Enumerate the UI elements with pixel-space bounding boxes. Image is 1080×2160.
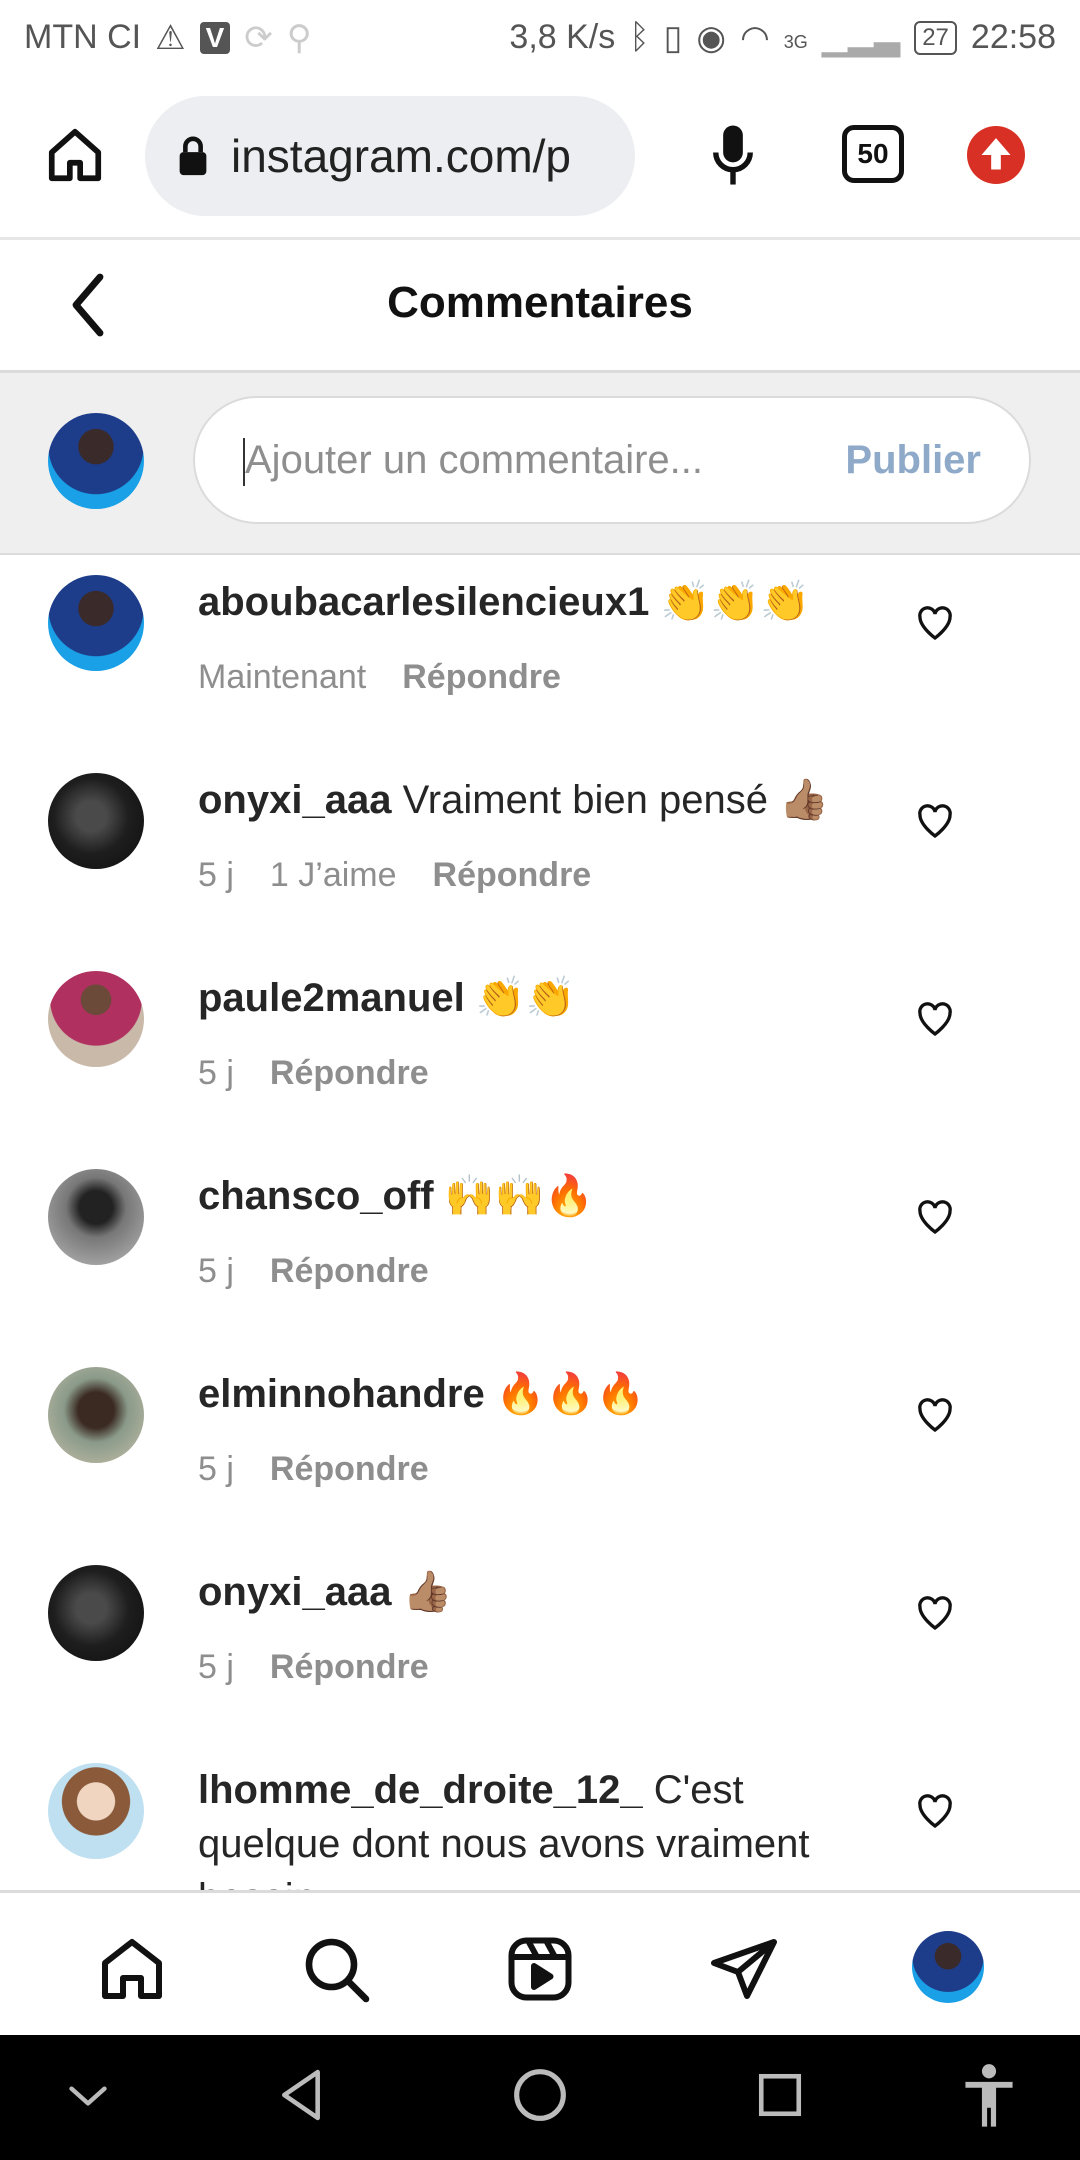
comment-meta: Maintenant Répondre xyxy=(198,658,561,697)
comment-body: elminnohandre 🔥🔥🔥 xyxy=(198,1367,858,1421)
comment-composer: Ajouter un commentaire... Publier xyxy=(0,373,1080,555)
comment-time: Maintenant xyxy=(198,658,367,696)
avatar[interactable] xyxy=(48,1565,144,1661)
sync-icon: ⟳ xyxy=(244,18,273,57)
comment-meta: 5 j Répondre xyxy=(198,1648,429,1687)
usb-icon: ⚲ xyxy=(286,18,312,57)
comment-body: lhomme_de_droite_12_ C'est quelque dont … xyxy=(198,1763,858,1890)
comment-text: 🙌🙌🔥 xyxy=(444,1174,595,1218)
profile-avatar[interactable] xyxy=(912,1931,984,2003)
comment-username[interactable]: onyxi_aaa xyxy=(198,778,391,822)
comment-meta: 5 j Répondre xyxy=(198,1054,429,1093)
comments-header: Commentaires xyxy=(0,240,1080,373)
reply-button[interactable]: Répondre xyxy=(270,1648,429,1687)
signal-icon: ▁▂▃ xyxy=(821,18,901,57)
comment-placeholder: Ajouter un commentaire... xyxy=(245,438,703,482)
lock-icon xyxy=(179,136,207,176)
avatar[interactable] xyxy=(48,1763,144,1859)
avatar[interactable] xyxy=(48,1169,144,1265)
speed-label: 3,8 K/s xyxy=(509,18,616,56)
avatar[interactable] xyxy=(48,575,144,671)
like-heart-icon[interactable] xyxy=(915,999,955,1039)
warning-icon: ⚠ xyxy=(155,18,186,57)
url-text: instagram.com/p xyxy=(231,130,572,182)
page-title: Commentaires xyxy=(387,278,693,327)
reply-button[interactable]: Répondre xyxy=(270,1054,429,1093)
current-user-avatar xyxy=(48,413,144,509)
status-left: MTN CI ⚠ V ⟳ ⚲ xyxy=(24,18,312,58)
home-circle-icon[interactable] xyxy=(512,2067,568,2123)
comments-list: aboubacarlesilencieux1 👏👏👏 Maintenant Ré… xyxy=(0,555,1080,1890)
comment-username[interactable]: chansco_off xyxy=(198,1174,434,1218)
comment-text: Vraiment bien pensé 👍🏽 xyxy=(402,778,829,822)
reply-button[interactable]: Répondre xyxy=(270,1252,429,1291)
comment-text: 👍🏽 xyxy=(402,1570,453,1614)
avatar[interactable] xyxy=(48,1367,144,1463)
comment-time: 5 j xyxy=(198,856,234,894)
eye-icon: ◉ xyxy=(696,18,727,57)
comment-body: paule2manuel 👏👏 xyxy=(198,971,858,1025)
browser-toolbar: instagram.com/p 50 xyxy=(0,75,1080,240)
comment-time: 5 j xyxy=(198,1450,234,1488)
comment-likes[interactable]: 1 J’aime xyxy=(270,856,397,895)
microphone-icon[interactable] xyxy=(700,115,766,195)
back-icon[interactable] xyxy=(276,2067,326,2123)
comment-text: 👏👏 xyxy=(475,976,576,1020)
like-heart-icon[interactable] xyxy=(915,1791,955,1831)
comment-username[interactable]: paule2manuel xyxy=(198,976,465,1020)
app-notification-icon: V xyxy=(199,21,231,54)
search-icon[interactable] xyxy=(300,1933,372,2005)
comment-time: 5 j xyxy=(198,1648,234,1686)
comment-body: chansco_off 🙌🙌🔥 xyxy=(198,1169,858,1223)
reply-button[interactable]: Répondre xyxy=(433,856,592,895)
like-heart-icon[interactable] xyxy=(915,603,955,643)
battery-icon: 27 xyxy=(914,20,957,55)
tabs-button[interactable]: 50 xyxy=(842,125,904,183)
comment-meta: 5 j Répondre xyxy=(198,1252,429,1291)
chevron-down-icon[interactable] xyxy=(66,2081,110,2111)
address-bar[interactable]: instagram.com/p xyxy=(145,96,635,216)
bottom-navigation xyxy=(0,1890,1080,2038)
network-label: 3G xyxy=(783,31,808,52)
comment-username[interactable]: elminnohandre xyxy=(198,1372,485,1416)
clock-label: 22:58 xyxy=(970,18,1056,56)
carrier-label: MTN CI xyxy=(24,18,142,56)
status-right: 3,8 K/s ᛒ ▯ ◉ ◠ 3G ▁▂▃ 27 22:58 xyxy=(509,18,1056,58)
comment-text: 👏👏👏 xyxy=(660,580,810,624)
wifi-icon: ◠ xyxy=(740,18,770,57)
accessibility-icon[interactable] xyxy=(960,2063,1018,2129)
direct-message-icon[interactable] xyxy=(708,1933,780,2005)
comment-body: aboubacarlesilencieux1 👏👏👏 xyxy=(198,575,858,629)
comment-username[interactable]: aboubacarlesilencieux1 xyxy=(198,580,649,624)
comment-username[interactable]: lhomme_de_droite_12_ xyxy=(198,1768,643,1812)
reply-button[interactable]: Répondre xyxy=(270,1450,429,1489)
comment-meta: 5 j 1 J’aime Répondre xyxy=(198,856,591,895)
update-icon[interactable] xyxy=(966,125,1026,185)
comment-time: 5 j xyxy=(198,1054,234,1092)
bluetooth-icon: ᛒ xyxy=(629,18,650,56)
like-heart-icon[interactable] xyxy=(915,1197,955,1237)
browser-home-icon[interactable] xyxy=(40,115,110,195)
comment-body: onyxi_aaa Vraiment bien pensé 👍🏽 xyxy=(198,773,858,827)
comment-username[interactable]: onyxi_aaa xyxy=(198,1570,391,1614)
comment-input[interactable]: Ajouter un commentaire... Publier xyxy=(193,396,1031,524)
comment-time: 5 j xyxy=(198,1252,234,1290)
home-icon[interactable] xyxy=(96,1933,168,2005)
comment-meta: 5 j Répondre xyxy=(198,1450,429,1489)
status-bar: MTN CI ⚠ V ⟳ ⚲ 3,8 K/s ᛒ ▯ ◉ ◠ 3G ▁▂▃ 27… xyxy=(0,0,1080,75)
reels-icon[interactable] xyxy=(504,1933,576,2005)
avatar[interactable] xyxy=(48,773,144,869)
system-navigation-bar xyxy=(0,2035,1080,2160)
like-heart-icon[interactable] xyxy=(915,1395,955,1435)
publish-button[interactable]: Publier xyxy=(845,438,981,483)
comment-text: 🔥🔥🔥 xyxy=(495,1372,646,1416)
avatar[interactable] xyxy=(48,971,144,1067)
tab-count: 50 xyxy=(842,125,904,183)
comment-body: onyxi_aaa 👍🏽 xyxy=(198,1565,858,1619)
like-heart-icon[interactable] xyxy=(915,801,955,841)
recents-square-icon[interactable] xyxy=(755,2067,805,2123)
like-heart-icon[interactable] xyxy=(915,1593,955,1633)
vibrate-icon: ▯ xyxy=(663,18,683,57)
reply-button[interactable]: Répondre xyxy=(402,658,561,697)
